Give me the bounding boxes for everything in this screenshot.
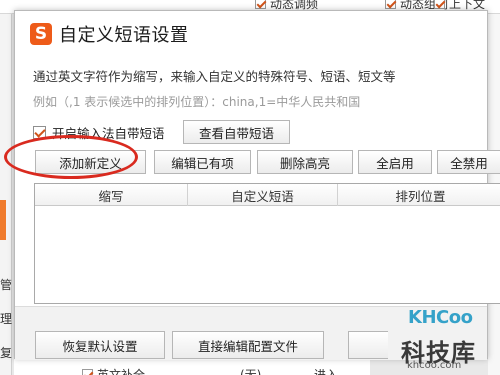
- edit-existing-button[interactable]: 编辑已有项: [154, 150, 251, 174]
- phrase-table-header: 缩写 自定义短语 排列位置: [35, 184, 500, 206]
- background-bottom-options: 英文补全 (无) 进入: [14, 359, 370, 375]
- column-header-position[interactable]: 排列位置: [338, 184, 500, 206]
- bg-none-label: (无): [240, 367, 262, 375]
- delete-highlighted-button[interactable]: 删除高亮: [257, 150, 353, 174]
- bg-left-char-1: 管: [0, 278, 13, 292]
- sogou-logo-icon: S: [30, 23, 52, 45]
- dialog-example: 例如（,1 表示候选中的排列位置）：china,1=中华人民共和国: [33, 95, 361, 109]
- disable-all-button[interactable]: 全禁用: [437, 150, 500, 174]
- ok-button-partial[interactable]: [348, 331, 388, 359]
- edit-config-file-button[interactable]: 直接编辑配置文件: [172, 331, 324, 359]
- column-header-abbreviation[interactable]: 缩写: [35, 184, 188, 206]
- dialog-title-bar: S 自定义短语设置: [15, 11, 487, 57]
- watermark-brand: KHCoo: [408, 307, 473, 328]
- khcoo-watermark: KHCoo 科技库 khcoo.com: [393, 293, 500, 375]
- background-left-panel: 管 理 复: [0, 14, 12, 375]
- highlight-circle-annotation: [4, 135, 138, 179]
- phrase-table[interactable]: 缩写 自定义短语 排列位置: [34, 183, 500, 304]
- dialog-title: 自定义短语设置: [59, 25, 189, 46]
- bg-option-english-complete[interactable]: 英文补全: [82, 365, 145, 375]
- bg-english-complete-label: 英文补全: [97, 367, 146, 375]
- bg-left-char-2: 理: [0, 312, 13, 326]
- bg-enter-label: 进入: [314, 367, 339, 375]
- watermark-domain: khcoo.com: [407, 360, 462, 371]
- view-builtin-phrases-button[interactable]: 查看自带短语: [183, 120, 290, 144]
- bg-option-none[interactable]: (无): [240, 365, 261, 375]
- bg-english-complete-checkbox[interactable]: [82, 368, 93, 375]
- bg-selected-nav-indicator: [0, 200, 6, 240]
- enable-all-button[interactable]: 全启用: [358, 150, 432, 174]
- bg-context-checkbox[interactable]: [434, 0, 445, 9]
- column-header-custom-phrase[interactable]: 自定义短语: [188, 184, 338, 206]
- bg-dynamic-word-checkbox[interactable]: [385, 0, 396, 9]
- bg-option-enter[interactable]: 进入: [314, 365, 338, 375]
- restore-defaults-button[interactable]: 恢复默认设置: [35, 331, 165, 359]
- bg-left-char-3: 复: [0, 346, 13, 360]
- dialog-description: 通过英文字符作为缩写，来输入自定义的特殊符号、短语、短文等: [33, 69, 396, 84]
- bg-dynamic-freq-checkbox[interactable]: [255, 0, 266, 9]
